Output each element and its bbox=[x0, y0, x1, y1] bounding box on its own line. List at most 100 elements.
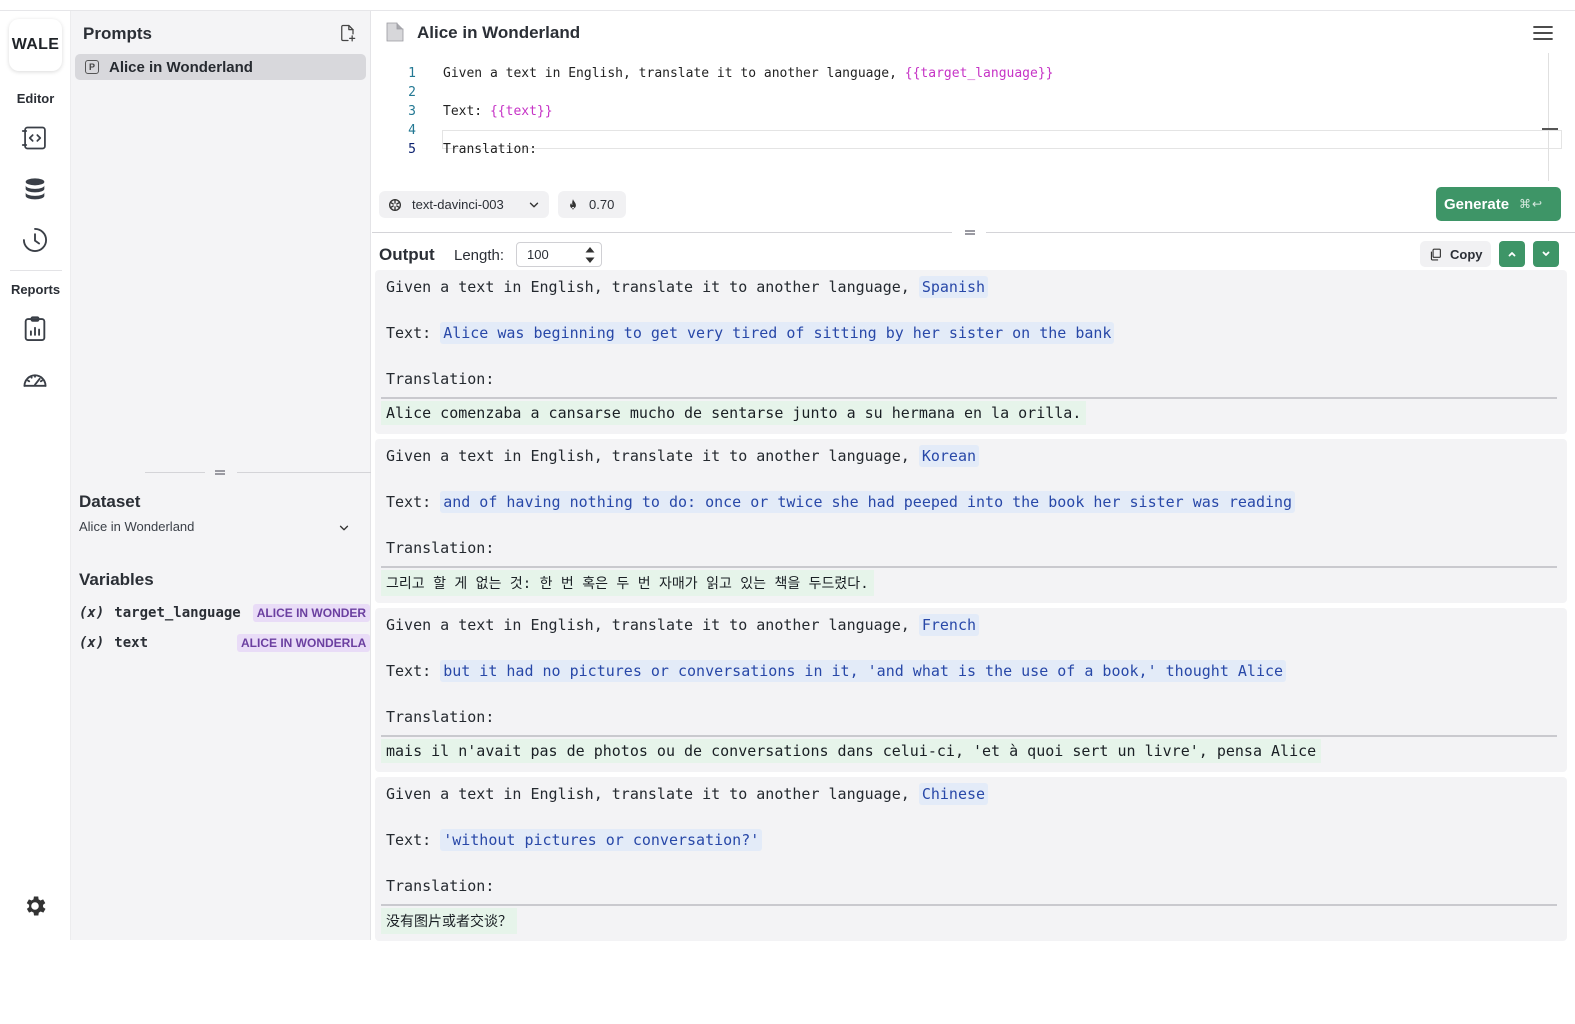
chevron-up-icon bbox=[1508, 252, 1516, 257]
variable-value-highlight: but it had no pictures or conversations … bbox=[440, 660, 1287, 682]
output-divider bbox=[381, 904, 1557, 906]
translation-label: Translation: bbox=[386, 708, 495, 726]
copy-button[interactable]: Copy bbox=[1420, 241, 1491, 267]
prompt-list-item-label: Alice in Wonderland bbox=[109, 58, 253, 76]
prompt-editor[interactable]: 1 Given a text in English, translate it … bbox=[372, 53, 1562, 183]
app-window: WALE Editor Reports Prompts P Alice in W… bbox=[0, 10, 1575, 941]
text-label: Text: bbox=[386, 324, 441, 342]
code-line[interactable]: Translation: bbox=[443, 142, 537, 157]
length-label: Length: bbox=[454, 247, 505, 264]
generate-button[interactable]: Generate ⌘↩ bbox=[1436, 187, 1561, 221]
text-label: Text: bbox=[386, 831, 441, 849]
dataset-select[interactable]: Alice in Wonderland bbox=[79, 519, 359, 539]
copy-button-label: Copy bbox=[1450, 246, 1483, 262]
variable-row[interactable]: (x) text ALICE IN WONDERLA bbox=[79, 632, 371, 654]
chevron-down-icon bbox=[339, 525, 349, 531]
variable-source-badge: ALICE IN WONDER bbox=[252, 604, 371, 622]
rail-label-reports: Reports bbox=[10, 282, 61, 297]
rail-divider bbox=[10, 270, 62, 271]
scroll-up-button[interactable] bbox=[1499, 241, 1525, 267]
speedometer-icon[interactable] bbox=[19, 364, 51, 396]
line-number: 4 bbox=[408, 123, 416, 138]
sidebar-resize-handle[interactable] bbox=[71, 468, 371, 478]
editor-code-icon[interactable] bbox=[19, 122, 51, 154]
template-variable: {{target_language}} bbox=[904, 66, 1054, 81]
variable-value-highlight: Alice was beginning to get very tired of… bbox=[440, 322, 1115, 344]
text-label: Text: bbox=[386, 662, 441, 680]
variables-title: Variables bbox=[79, 570, 154, 589]
variable-row[interactable]: (x) target_language ALICE IN WONDER bbox=[79, 602, 371, 624]
variable-value-highlight: Spanish bbox=[918, 276, 989, 298]
generate-shortcut: ⌘↩ bbox=[1519, 197, 1544, 211]
prompt-list-item[interactable]: P Alice in Wonderland bbox=[75, 54, 366, 80]
variable-name: target_language bbox=[114, 605, 241, 621]
editor-output-resize-handle[interactable] bbox=[372, 227, 1575, 237]
nav-rail: WALE Editor Reports bbox=[0, 11, 71, 940]
output-results-list[interactable]: Given a text in English, translate it to… bbox=[375, 270, 1567, 941]
stepper-arrows-icon[interactable] bbox=[584, 246, 596, 264]
variable-source-badge: ALICE IN WONDERLA bbox=[237, 634, 371, 652]
scroll-down-button[interactable] bbox=[1533, 241, 1559, 267]
variable-icon: (x) bbox=[79, 605, 105, 621]
output-divider bbox=[381, 566, 1557, 568]
document-icon bbox=[386, 22, 404, 42]
text-label: Text: bbox=[386, 493, 441, 511]
translation-label: Translation: bbox=[386, 877, 495, 895]
output-card[interactable]: Given a text in English, translate it to… bbox=[375, 270, 1567, 434]
instruction-text: Given a text in English, translate it to… bbox=[386, 278, 919, 296]
prompt-icon: P bbox=[85, 60, 99, 74]
new-file-icon[interactable] bbox=[338, 23, 360, 45]
dataset-title: Dataset bbox=[79, 492, 141, 511]
code-line[interactable]: Text: {{text}} bbox=[443, 104, 553, 119]
openai-model-icon bbox=[389, 198, 401, 211]
variable-value-highlight: Korean bbox=[918, 445, 980, 467]
app-logo[interactable]: WALE bbox=[9, 19, 62, 71]
variable-name: text bbox=[114, 635, 149, 651]
translation-label: Translation: bbox=[386, 539, 495, 557]
editor-scrollbar-thumb[interactable] bbox=[1542, 128, 1558, 130]
temperature-value: 0.70 bbox=[589, 197, 615, 212]
generate-button-label: Generate bbox=[1444, 195, 1510, 213]
flame-icon bbox=[570, 198, 576, 209]
copy-icon bbox=[1430, 248, 1441, 261]
rail-label-editor: Editor bbox=[16, 91, 55, 106]
output-title: Output bbox=[379, 245, 435, 264]
prompt-title: Alice in Wonderland bbox=[417, 23, 581, 42]
instruction-text: Given a text in English, translate it to… bbox=[386, 616, 919, 634]
variable-value-highlight: Chinese bbox=[918, 783, 989, 805]
code-line[interactable]: Given a text in English, translate it to… bbox=[443, 66, 1054, 81]
chevron-down-icon bbox=[1542, 251, 1550, 256]
drag-grip-icon[interactable] bbox=[213, 468, 227, 477]
prompts-title: Prompts bbox=[83, 24, 152, 43]
generated-translation: 그리고 할 게 없는 것: 한 번 혹은 두 번 자매가 읽고 있는 책을 두드… bbox=[381, 570, 874, 596]
report-chart-icon[interactable] bbox=[19, 313, 51, 345]
model-name: text-davinci-003 bbox=[412, 197, 504, 212]
generated-translation: 没有图片或者交谈？ bbox=[381, 908, 517, 934]
model-select[interactable]: text-davinci-003 bbox=[379, 191, 549, 218]
line-number: 1 bbox=[408, 66, 416, 81]
variable-icon: (x) bbox=[79, 635, 105, 651]
drag-grip-icon[interactable] bbox=[963, 228, 977, 237]
prompts-sidebar: Prompts P Alice in Wonderland Dataset Al… bbox=[71, 11, 371, 940]
output-card[interactable]: Given a text in English, translate it to… bbox=[375, 777, 1567, 941]
variable-value-highlight: and of having nothing to do: once or twi… bbox=[440, 491, 1296, 513]
settings-gear-icon[interactable] bbox=[22, 893, 48, 919]
dataset-selected-value: Alice in Wonderland bbox=[79, 519, 195, 534]
database-icon[interactable] bbox=[19, 174, 51, 206]
history-clock-icon[interactable] bbox=[19, 224, 51, 256]
temperature-control[interactable]: 0.70 bbox=[558, 191, 626, 218]
line-number: 3 bbox=[408, 104, 416, 119]
output-card[interactable]: Given a text in English, translate it to… bbox=[375, 439, 1567, 603]
generated-translation: Alice comenzaba a cansarse mucho de sent… bbox=[381, 401, 1087, 425]
editor-scrollbar[interactable] bbox=[1548, 53, 1549, 181]
current-line-highlight bbox=[442, 130, 1562, 149]
hamburger-menu-icon[interactable] bbox=[1532, 24, 1554, 42]
output-divider bbox=[381, 735, 1557, 737]
instruction-text: Given a text in English, translate it to… bbox=[386, 785, 919, 803]
instruction-text: Given a text in English, translate it to… bbox=[386, 447, 919, 465]
output-card[interactable]: Given a text in English, translate it to… bbox=[375, 608, 1567, 772]
output-divider bbox=[381, 397, 1557, 399]
template-variable: {{text}} bbox=[489, 104, 553, 119]
translation-label: Translation: bbox=[386, 370, 495, 388]
chevron-down-icon bbox=[529, 202, 539, 208]
